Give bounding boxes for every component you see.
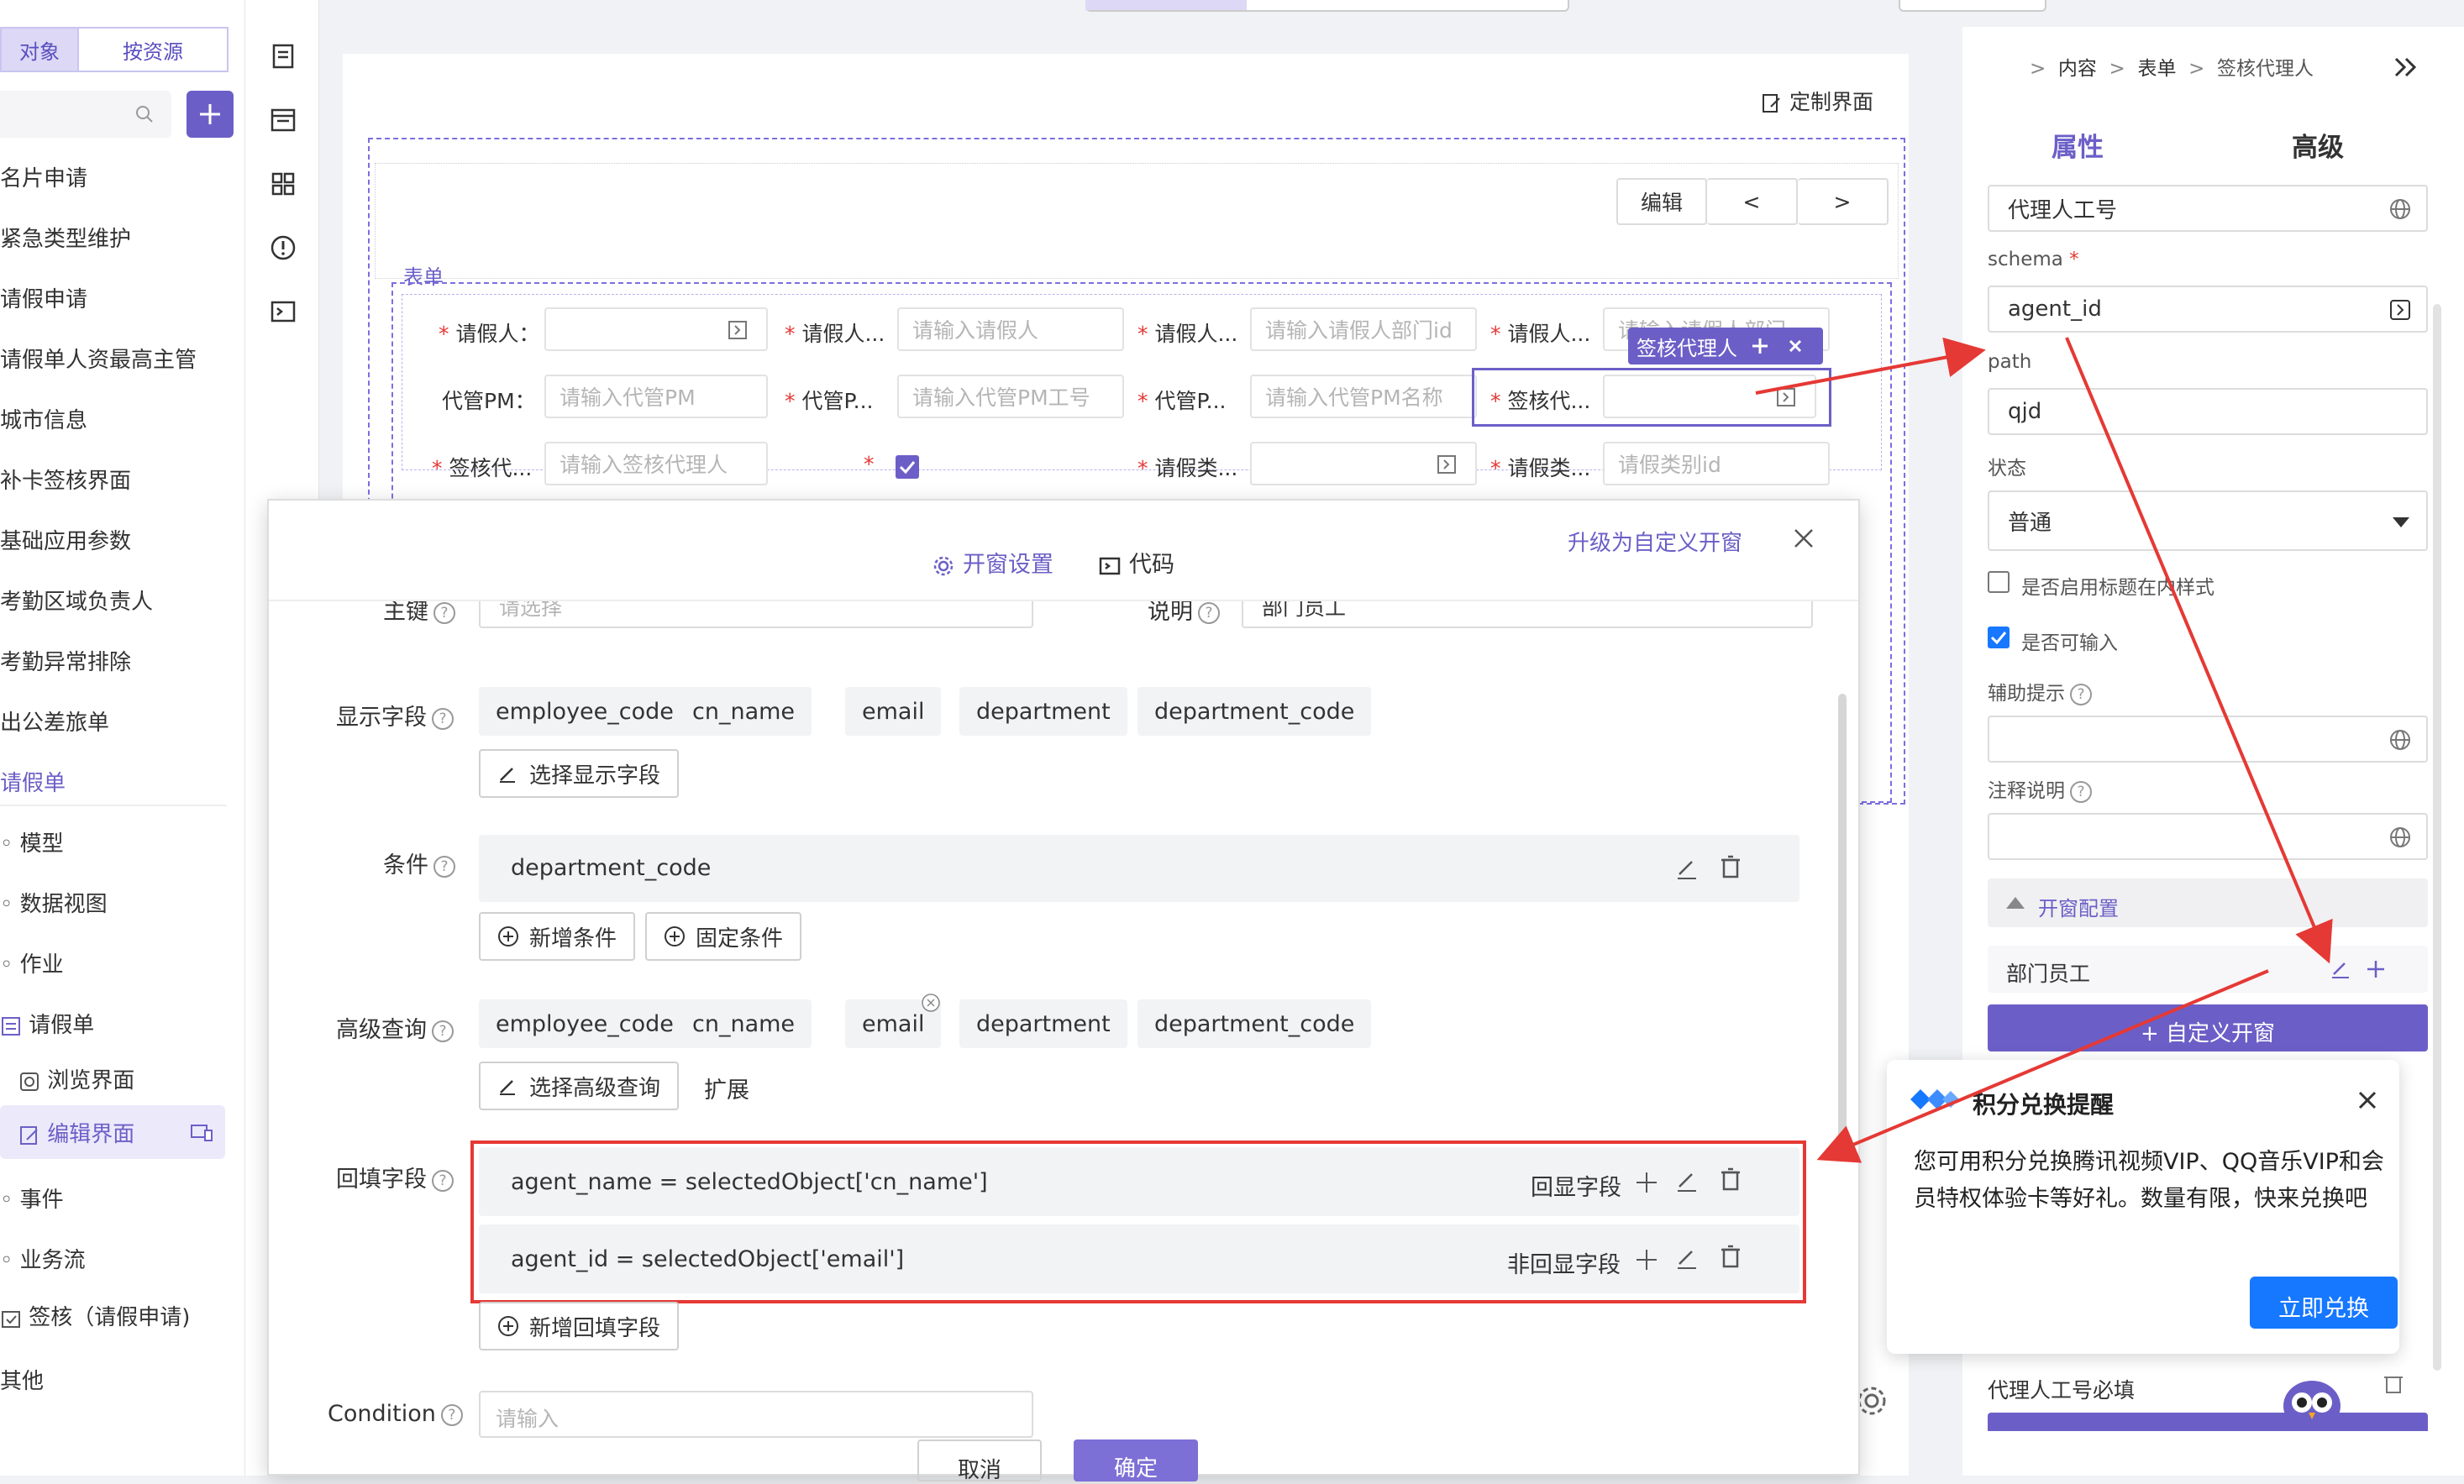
arrow-to-schema xyxy=(1755,337,1986,395)
arrow-popup-to-backfill xyxy=(1816,969,2269,1163)
annotation-arrows xyxy=(1755,337,2333,1163)
arrow-schema-to-popup xyxy=(2065,337,2333,964)
